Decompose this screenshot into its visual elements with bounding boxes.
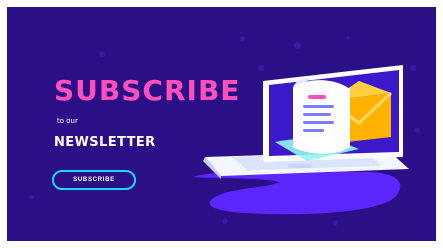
- paper: [293, 80, 350, 154]
- paper-text-line: [303, 113, 331, 116]
- laptop-shadow: [193, 170, 401, 215]
- trackpad: [288, 164, 312, 168]
- laptop-newsletter-illustration: [193, 65, 409, 215]
- paper-text-line: [303, 105, 334, 108]
- paper-text-line: [303, 129, 324, 132]
- newsletter-banner: SUBSCRIBE to our NEWSLETTER SUBSCRIBE: [7, 7, 436, 241]
- paper-heading-line: [308, 95, 326, 99]
- paper-text-line: [303, 121, 334, 124]
